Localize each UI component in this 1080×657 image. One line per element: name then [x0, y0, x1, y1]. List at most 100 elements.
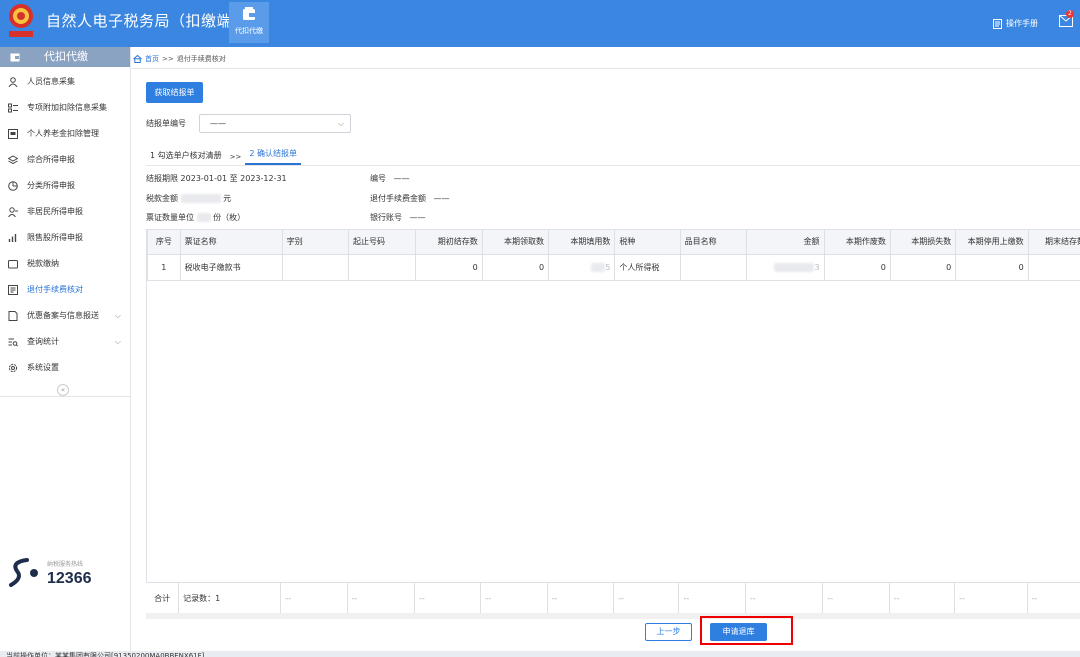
refund-fee-value: ——	[433, 194, 450, 203]
chevron-down-icon: ⌵	[114, 311, 121, 320]
divider	[146, 165, 1080, 166]
redacted-value	[180, 194, 221, 203]
search-list-icon	[8, 338, 18, 347]
step-1-tab[interactable]: 1 勾选单户核对清册	[146, 150, 226, 165]
sidebar-item-person-info[interactable]: 人员信息采集	[0, 69, 130, 95]
column-header: 期末结存数	[1027, 230, 1080, 255]
sidebar-item-classified-income[interactable]: 分类所得申报	[0, 173, 130, 199]
app-title: 自然人电子税务局（扣缴端）	[46, 12, 248, 30]
ticket-unit-row: 票证数量单位 份（枚）	[146, 212, 245, 223]
sidebar-item-nonresident-income[interactable]: 非居民所得申报	[0, 199, 130, 225]
column-header: 本期停用上缴数	[955, 230, 1029, 255]
step-separator: >>	[229, 153, 242, 161]
number-value: ——	[393, 174, 410, 183]
tax-emblem-icon	[9, 4, 33, 37]
cell-voided: 0	[823, 253, 891, 281]
statement-no-value: ——	[210, 119, 226, 128]
sidebar-item-label: 综合所得申报	[27, 155, 75, 164]
footer-cell: --	[745, 583, 824, 613]
module-withholding-button[interactable]: 代扣代缴	[229, 2, 269, 43]
footer-cell: --	[347, 583, 416, 613]
footer-cell: --	[678, 583, 746, 613]
previous-step-button[interactable]: 上一步	[645, 623, 692, 641]
column-header: 本期作废数	[823, 230, 891, 255]
sidebar-item-preferential-filing[interactable]: 优惠备案与信息报送 ⌵	[0, 303, 130, 329]
cell-item-name	[679, 253, 748, 281]
tax-amount-unit: 元	[223, 194, 232, 203]
gear-icon	[8, 363, 18, 373]
column-header: 字别	[281, 230, 350, 255]
sidebar-item-tax-payment[interactable]: 税款缴纳	[0, 251, 130, 277]
status-bar: 当前操作单位：某某集团有限公司[91350200MA0BBENX61F]	[0, 651, 1080, 657]
user-icon	[8, 207, 18, 217]
breadcrumb-home-link[interactable]: 首页	[145, 54, 159, 64]
column-header: 本期损失数	[889, 230, 957, 255]
column-header: 序号	[147, 230, 181, 255]
chevron-down-icon: ⌵	[337, 119, 344, 128]
redacted-value	[196, 213, 211, 222]
module-label: 代扣代缴	[235, 27, 263, 35]
cell-closing: 0	[1027, 253, 1080, 281]
footer-cell: --	[889, 583, 956, 613]
cell-used-value: 5	[605, 262, 611, 272]
get-statement-button[interactable]: 获取结报单	[146, 82, 203, 103]
cell-used: 5	[548, 253, 616, 281]
wallet-icon	[243, 7, 255, 20]
breadcrumb: 首页 >> 退付手续费核对	[133, 50, 226, 68]
footer-record-count: 记录数：1	[178, 583, 282, 613]
tax-amount-row: 税款金额 元	[146, 193, 231, 204]
period-end: 2023-12-31	[240, 174, 287, 183]
cell-seq: 1	[147, 253, 181, 281]
collapse-sidebar-button[interactable]: «	[57, 384, 69, 396]
cell-word	[281, 253, 350, 281]
period-label: 结报期限	[146, 174, 178, 183]
step-2-tab[interactable]: 2 确认结报单	[245, 148, 302, 165]
hotline: 纳税服务热线 12366	[5, 553, 125, 593]
cell-tax-type: 个人所得税	[614, 253, 681, 281]
document-icon	[8, 285, 18, 295]
manual-link[interactable]: 操作手册	[993, 18, 1038, 29]
footer-cell: --	[1027, 583, 1080, 613]
column-header: 起止号码	[348, 230, 417, 255]
sidebar-item-settings[interactable]: 系统设置	[0, 355, 130, 381]
hotline-label: 纳税服务热线	[47, 561, 84, 568]
message-badge: 2	[1066, 10, 1074, 18]
person-icon	[8, 77, 18, 87]
statement-no-select[interactable]: —— ⌵	[199, 114, 351, 133]
folder-icon	[8, 260, 18, 269]
card-icon	[8, 129, 18, 139]
statement-no-label: 结报单编号	[146, 119, 186, 128]
column-header: 期初结存数	[415, 230, 483, 255]
sidebar-item-query-stats[interactable]: 查询统计 ⌵	[0, 329, 130, 355]
footer-cell: --	[480, 583, 548, 613]
column-header: 品目名称	[679, 230, 748, 255]
sidebar-item-restricted-shares[interactable]: 限售股所得申报	[0, 225, 130, 251]
breadcrumb-separator: >>	[162, 55, 174, 63]
pie-icon	[8, 181, 18, 191]
period-row: 结报期限 2023-01-01 至 2023-12-31	[146, 173, 287, 184]
table-row[interactable]: 1 税收电子缴款书 0 0 5 个人所得税 3 0 0 0 0	[147, 253, 1080, 281]
apply-refund-button[interactable]: 申请退库	[710, 623, 767, 641]
divider	[132, 68, 1080, 69]
sidebar-item-label: 查询统计	[27, 337, 59, 346]
sidebar-item-refund-fee-check[interactable]: 退付手续费核对	[0, 277, 130, 303]
sidebar-item-label: 个人养老金扣除管理	[27, 129, 99, 138]
cell-ticket-name: 税收电子缴款书	[179, 253, 283, 281]
hotline-number: 12366	[47, 570, 92, 587]
bank-account-row: 银行账号 ——	[370, 212, 426, 223]
sidebar-item-comprehensive-income[interactable]: 综合所得申报	[0, 147, 130, 173]
cell-lost: 0	[889, 253, 957, 281]
redacted-value	[591, 262, 606, 272]
tax-amount-label: 税款金额	[146, 194, 178, 203]
sidebar-item-pension[interactable]: 个人养老金扣除管理	[0, 121, 130, 147]
hotline-logo-icon	[9, 558, 38, 587]
column-header: 金额	[746, 230, 825, 255]
sidebar-item-special-deduction[interactable]: 专项附加扣除信息采集	[0, 95, 130, 121]
column-header: 本期领取数	[481, 230, 550, 255]
table-header-row: 序号 票证名称 字别 起止号码 期初结存数 本期领取数 本期填用数 税种 品目名…	[147, 230, 1080, 255]
sidebar-title: 代扣代缴	[44, 50, 88, 63]
sidebar-item-label: 专项附加扣除信息采集	[27, 103, 107, 112]
footer-cell: --	[414, 583, 482, 613]
horizontal-scrollbar[interactable]	[146, 613, 1080, 619]
bank-account-value: ——	[409, 213, 426, 222]
